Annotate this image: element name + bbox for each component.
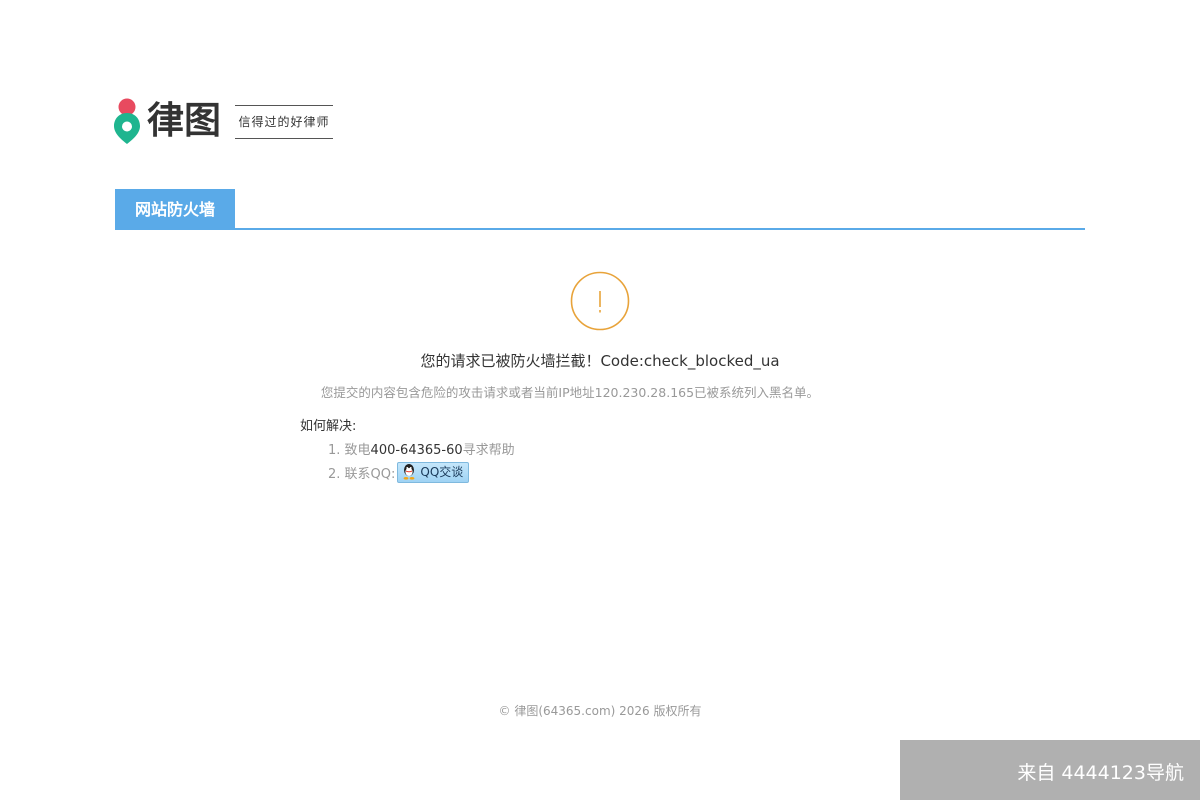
support-phone-number: 400-64365-60	[370, 443, 463, 458]
logo-tagline: 信得过的好律师	[235, 105, 333, 139]
tab-bar: 网站防火墙	[115, 189, 1085, 230]
solution-step-call: 1. 致电400-64365-60寻求帮助	[328, 440, 515, 464]
qq-chat-label: QQ交谈	[420, 465, 464, 479]
source-watermark: 来自 4444123导航	[900, 740, 1200, 800]
warning-icon	[570, 271, 630, 331]
logo-brand-text: 律图	[147, 99, 221, 142]
solution-heading: 如何解决:	[300, 419, 357, 434]
qq-chat-button[interactable]: QQ交谈	[397, 462, 470, 483]
solution-steps: 1. 致电400-64365-60寻求帮助 2. 联系QQ: QQ交谈	[328, 440, 515, 488]
step2-prefix: 2. 联系QQ:	[328, 467, 396, 482]
tab-firewall: 网站防火墙	[115, 189, 235, 228]
location-pin-icon	[114, 98, 140, 144]
block-message-title: 您的请求已被防火墙拦截！Code:check_blocked_ua	[420, 352, 780, 370]
step1-prefix: 1. 致电	[328, 443, 371, 458]
solution-step-qq: 2. 联系QQ: QQ交谈	[328, 462, 515, 488]
step1-suffix: 寻求帮助	[462, 443, 515, 458]
block-message-description: 您提交的内容包含危险的攻击请求或者当前IP地址120.230.28.165已被系…	[320, 385, 820, 400]
firewall-block-page: 律图 信得过的好律师 网站防火墙 您的请求已被防火墙拦截！Code:check_…	[0, 0, 1200, 800]
qq-penguin-icon	[403, 464, 415, 480]
footer-copyright: © 律图(64365.com) 2026 版权所有	[498, 704, 702, 718]
